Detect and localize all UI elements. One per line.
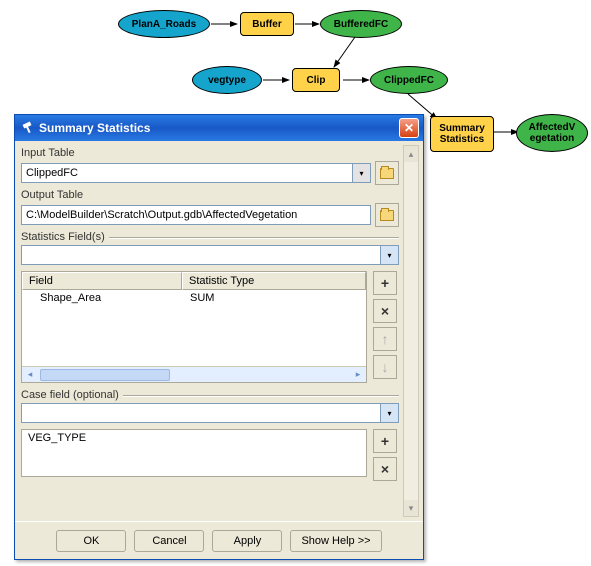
case-remove-button[interactable]: × <box>373 457 397 481</box>
add-row-button[interactable]: + <box>373 271 397 295</box>
hscroll-left-button[interactable]: ◂ <box>22 369 38 380</box>
col-stat[interactable]: Statistic Type <box>182 272 366 290</box>
case-field-label: Case field (optional) <box>21 389 119 401</box>
node-clip[interactable]: Clip <box>292 68 340 92</box>
stats-field-combo[interactable]: ▾ <box>21 245 399 265</box>
case-add-button[interactable]: + <box>373 429 397 453</box>
node-plana-roads[interactable]: PlanA_Roads <box>118 10 210 38</box>
node-summary-statistics[interactable]: Summary Statistics <box>430 116 494 152</box>
input-table-browse-button[interactable] <box>375 161 399 185</box>
stats-table[interactable]: Field Statistic Type Shape_Area SUM ◂ ▸ <box>21 271 367 383</box>
dialog-footer: OK Cancel Apply Show Help >> <box>15 521 423 559</box>
output-table-field[interactable] <box>21 205 371 225</box>
apply-button[interactable]: Apply <box>212 530 282 552</box>
remove-row-button[interactable]: × <box>373 299 397 323</box>
hscroll-right-button[interactable]: ▸ <box>350 369 366 380</box>
scroll-up-button[interactable]: ▴ <box>404 146 418 162</box>
vertical-scrollbar[interactable]: ▴ ▾ <box>403 145 419 517</box>
move-down-button[interactable]: ↓ <box>373 355 397 379</box>
titlebar[interactable]: Summary Statistics ✕ <box>15 115 423 141</box>
node-buffered-fc[interactable]: BufferedFC <box>320 10 402 38</box>
input-table-field[interactable] <box>21 163 353 183</box>
table-row[interactable]: Shape_Area SUM <box>22 290 366 308</box>
close-button[interactable]: ✕ <box>399 118 419 138</box>
dialog-title: Summary Statistics <box>39 121 399 135</box>
show-help-button[interactable]: Show Help >> <box>290 530 381 552</box>
stats-fields-label: Statistics Field(s) <box>21 231 105 243</box>
move-up-button[interactable]: ↑ <box>373 327 397 351</box>
output-table-label: Output Table <box>21 189 399 201</box>
case-field-combo[interactable]: ▾ <box>21 403 399 423</box>
table-hscrollbar[interactable]: ◂ ▸ <box>22 366 366 382</box>
cell-field: Shape_Area <box>22 290 182 308</box>
folder-icon <box>380 168 394 179</box>
scroll-down-button[interactable]: ▾ <box>404 500 418 516</box>
list-item[interactable]: VEG_TYPE <box>28 432 360 444</box>
node-buffer[interactable]: Buffer <box>240 12 294 36</box>
output-table-browse-button[interactable] <box>375 203 399 227</box>
node-clipped-fc[interactable]: ClippedFC <box>370 66 448 94</box>
node-affected-vegetation[interactable]: AffectedV egetation <box>516 114 588 152</box>
dialog-body: ▴ ▾ Input Table ▾ Output Table Statistic… <box>15 141 423 521</box>
case-field-list[interactable]: VEG_TYPE <box>21 429 367 477</box>
ok-button[interactable]: OK <box>56 530 126 552</box>
summary-statistics-dialog: Summary Statistics ✕ ▴ ▾ Input Table ▾ O… <box>14 114 424 560</box>
tool-icon <box>21 121 35 135</box>
stats-field-dropdown[interactable]: ▾ <box>380 246 398 264</box>
input-table-label: Input Table <box>21 147 399 159</box>
cell-stat: SUM <box>182 290 366 308</box>
divider <box>123 395 399 396</box>
case-field-dropdown[interactable]: ▾ <box>380 404 398 422</box>
folder-icon <box>380 210 394 221</box>
divider <box>109 237 399 238</box>
input-table-dropdown[interactable]: ▾ <box>353 163 371 183</box>
node-vegtype[interactable]: vegtype <box>192 66 262 94</box>
hscroll-thumb[interactable] <box>40 369 170 381</box>
cancel-button[interactable]: Cancel <box>134 530 204 552</box>
col-field[interactable]: Field <box>22 272 182 290</box>
